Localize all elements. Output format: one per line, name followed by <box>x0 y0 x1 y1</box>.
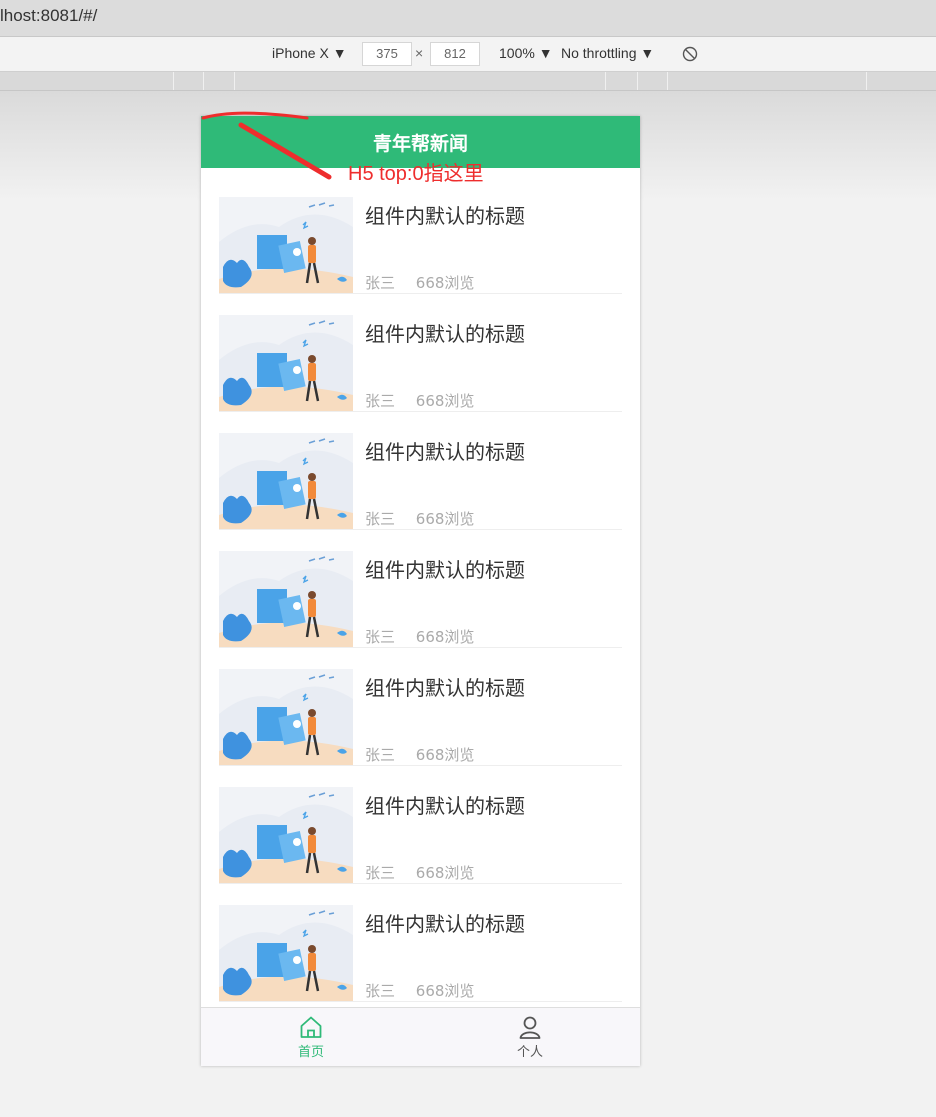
news-thumbnail <box>219 669 353 765</box>
news-thumbnail <box>219 197 353 293</box>
device-select[interactable]: iPhone X ▼ <box>272 45 347 61</box>
news-item[interactable]: 组件内默认的标题 张三 668浏览 <box>219 530 622 648</box>
tab-bar: 首页 个人 <box>201 1007 640 1066</box>
news-title: 组件内默认的标题 <box>365 794 525 818</box>
height-input[interactable]: 812 <box>430 42 480 66</box>
news-author: 张三 <box>365 510 396 528</box>
news-meta: 张三 668浏览 <box>365 272 490 293</box>
address-bar[interactable]: lhost:8081/#/ <box>0 0 936 37</box>
news-title: 组件内默认的标题 <box>365 912 525 936</box>
news-title: 组件内默认的标题 <box>365 204 525 228</box>
news-title: 组件内默认的标题 <box>365 322 525 346</box>
news-author: 张三 <box>365 746 396 764</box>
news-meta: 张三 668浏览 <box>365 508 490 529</box>
news-thumbnail <box>219 787 353 883</box>
annotation-arrow <box>201 111 332 180</box>
news-item[interactable]: 组件内默认的标题 张三 668浏览 <box>219 766 622 884</box>
news-item[interactable]: 组件内默认的标题 张三 668浏览 <box>219 884 622 1002</box>
news-views: 668浏览 <box>415 510 475 528</box>
home-icon <box>300 1016 322 1038</box>
throttling-select[interactable]: No throttling ▼ <box>561 45 654 61</box>
news-item[interactable]: 组件内默认的标题 张三 668浏览 <box>219 176 622 294</box>
tab-home-label: 首页 <box>297 1045 324 1060</box>
news-thumbnail <box>219 551 353 647</box>
news-item[interactable]: 组件内默认的标题 张三 668浏览 <box>219 412 622 530</box>
news-meta: 张三 668浏览 <box>365 980 490 1001</box>
news-thumbnail <box>219 315 353 411</box>
news-meta: 张三 668浏览 <box>365 744 490 765</box>
tab-home[interactable]: 首页 <box>251 1014 371 1060</box>
news-meta: 张三 668浏览 <box>365 862 490 883</box>
news-meta: 张三 668浏览 <box>365 626 490 647</box>
news-item[interactable]: 组件内默认的标题 张三 668浏览 <box>219 648 622 766</box>
news-item[interactable]: 组件内默认的标题 张三 668浏览 <box>219 294 622 412</box>
news-title: 组件内默认的标题 <box>365 558 525 582</box>
url-text[interactable]: lhost:8081/#/ <box>0 6 97 26</box>
times-sign: × <box>415 45 424 61</box>
user-icon <box>519 1016 541 1039</box>
news-author: 张三 <box>365 274 396 292</box>
news-thumbnail <box>219 433 353 529</box>
news-title: 组件内默认的标题 <box>365 676 525 700</box>
tab-me-label: 个人 <box>516 1045 543 1060</box>
news-author: 张三 <box>365 392 396 410</box>
width-input[interactable]: 375 <box>362 42 412 66</box>
rotate-icon[interactable] <box>682 46 698 62</box>
media-query-ruler <box>0 72 936 91</box>
news-views: 668浏览 <box>415 628 475 646</box>
zoom-select[interactable]: 100% ▼ <box>499 45 553 61</box>
news-views: 668浏览 <box>415 864 475 882</box>
device-toolbar: iPhone X ▼ 375 × 812 100% ▼ No throttlin… <box>0 37 936 72</box>
news-views: 668浏览 <box>415 392 475 410</box>
news-author: 张三 <box>365 864 396 882</box>
tab-me[interactable]: 个人 <box>470 1014 590 1060</box>
annotation-text: H5 top:0指这里 <box>348 163 484 185</box>
news-meta: 张三 668浏览 <box>365 390 490 411</box>
news-title: 组件内默认的标题 <box>365 440 525 464</box>
news-author: 张三 <box>365 628 396 646</box>
news-author: 张三 <box>365 982 396 1000</box>
phone-viewport: 青年帮新闻 组件内默认的标题 张三 668浏览 组件内默认的标题 张三 668浏… <box>201 116 640 1066</box>
news-views: 668浏览 <box>415 274 475 292</box>
news-views: 668浏览 <box>415 746 475 764</box>
news-thumbnail <box>219 905 353 1001</box>
news-list: 组件内默认的标题 张三 668浏览 组件内默认的标题 张三 668浏览 组件内默… <box>201 176 640 1002</box>
app-title: 青年帮新闻 <box>372 133 468 155</box>
news-views: 668浏览 <box>415 982 475 1000</box>
